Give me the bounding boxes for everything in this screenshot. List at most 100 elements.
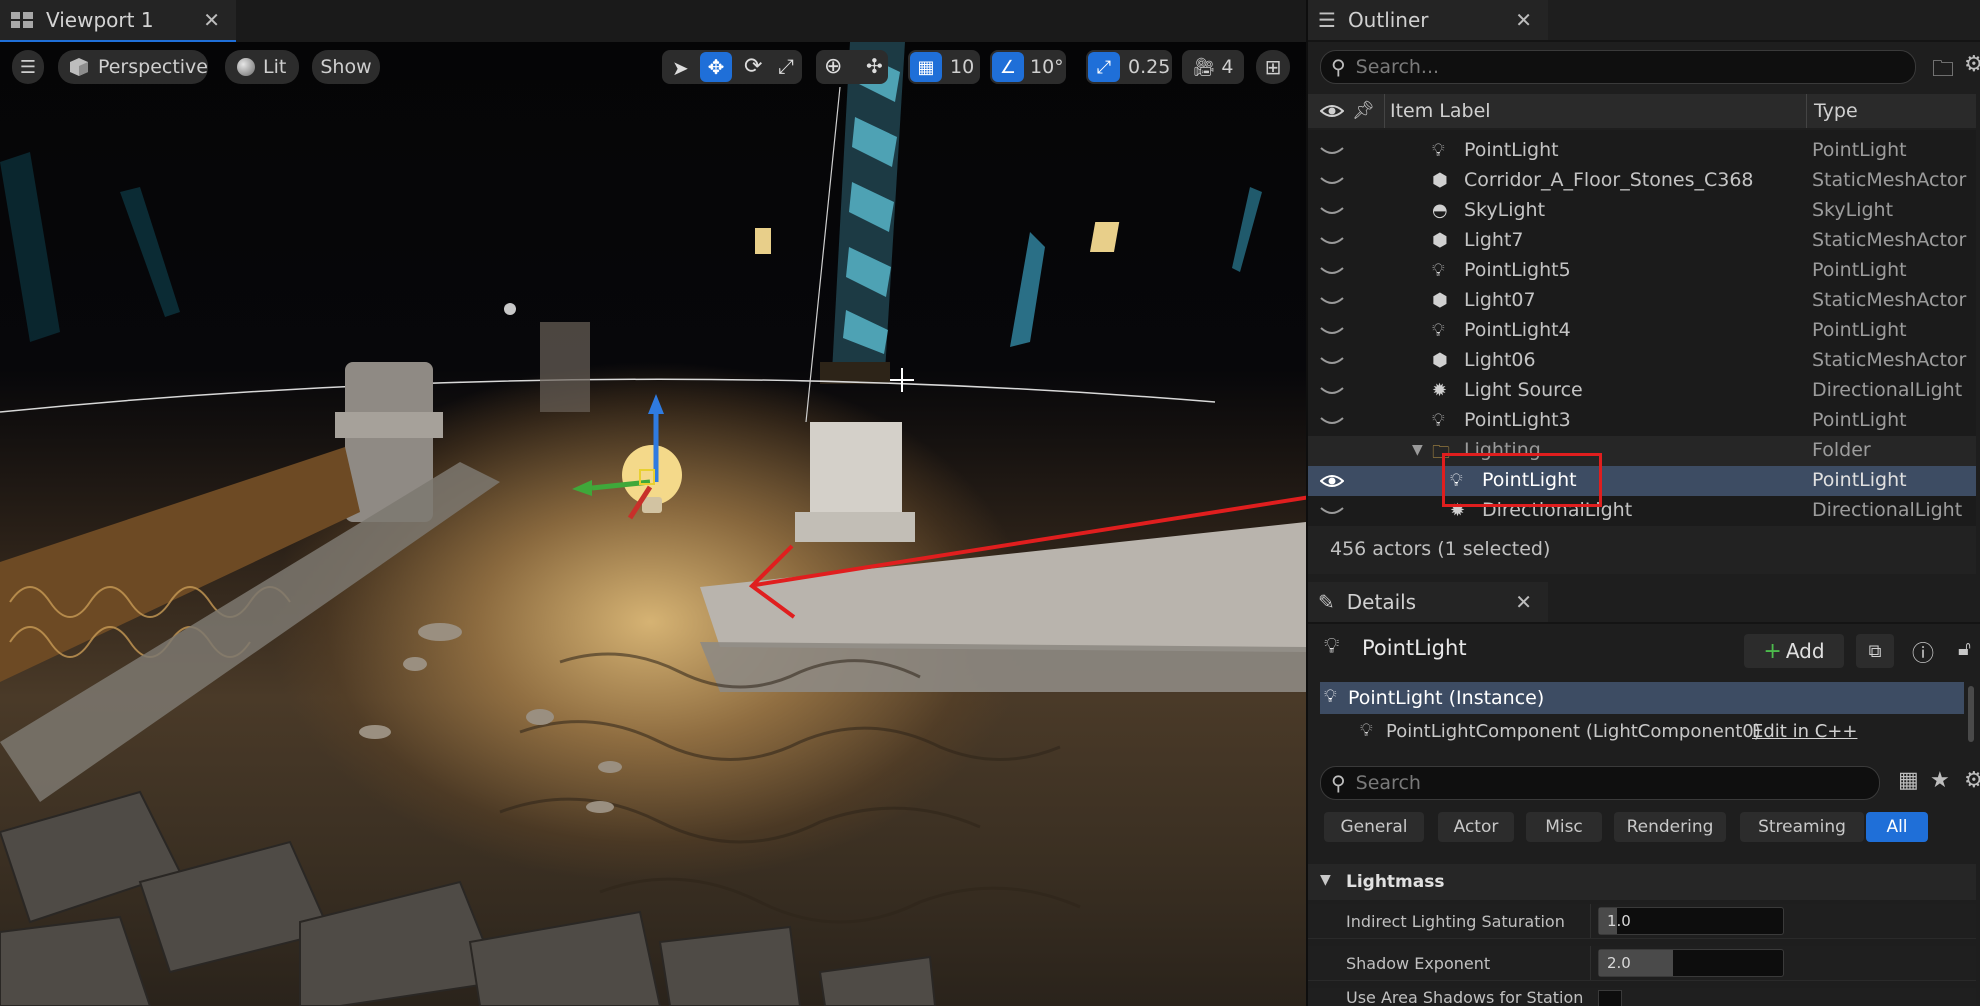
eye-closed-icon[interactable] <box>1320 384 1344 398</box>
col-item-label[interactable]: Item Label <box>1390 100 1491 122</box>
help-icon[interactable]: ⓘ <box>1912 636 1934 668</box>
pin-icon[interactable]: 📌︎ <box>1352 100 1375 121</box>
details-search-input[interactable]: ⚲ Search <box>1320 766 1880 800</box>
table-row[interactable]: ✹ Light Source DirectionalLight <box>1308 376 1976 406</box>
col-type[interactable]: Type <box>1814 100 1858 122</box>
table-row[interactable]: ✹ DirectionalLight DirectionalLight <box>1308 496 1976 526</box>
chevron-down-icon[interactable]: ▼ <box>1412 442 1423 458</box>
filter-all[interactable]: All <box>1866 812 1928 842</box>
filter-actor[interactable]: Actor <box>1438 812 1514 842</box>
eye-closed-icon[interactable] <box>1320 414 1344 428</box>
eye-closed-icon[interactable] <box>1320 174 1344 188</box>
property-label: Indirect Lighting Saturation <box>1346 912 1565 931</box>
table-row[interactable]: ⬢ Corridor_A_Floor_Stones_C368 StaticMes… <box>1308 166 1976 196</box>
visibility-eye-icon[interactable] <box>1320 474 1344 488</box>
filter-general[interactable]: General <box>1324 812 1424 842</box>
shadow-exponent-field[interactable]: 2.0 <box>1598 949 1784 977</box>
table-row[interactable]: 💡︎ PointLight3 PointLight <box>1308 406 1976 436</box>
row-label: Corridor_A_Floor_Stones_C368 <box>1464 169 1754 191</box>
property-row: Indirect Lighting Saturation 1.0 <box>1308 904 1976 939</box>
eye-closed-icon[interactable] <box>1320 204 1344 218</box>
table-view-icon[interactable]: ▦ <box>1898 768 1919 793</box>
skylight-icon: ◓ <box>1432 200 1448 221</box>
eye-closed-icon[interactable] <box>1320 324 1344 338</box>
close-icon[interactable]: ✕ <box>1515 590 1532 614</box>
property-label: Use Area Shadows for Station <box>1346 988 1584 1006</box>
filter-streaming[interactable]: Streaming <box>1740 812 1864 842</box>
filter-misc[interactable]: Misc <box>1526 812 1602 842</box>
blueprint-button[interactable]: ⧉ <box>1856 634 1894 668</box>
lock-icon[interactable]: 🔓︎ <box>1958 636 1971 660</box>
row-type: PointLight <box>1812 409 1907 431</box>
filter-label: Streaming <box>1758 817 1846 837</box>
component-row[interactable]: 💡︎ PointLightComponent (LightComponent0)… <box>1320 716 1964 748</box>
outliner-header: 📌︎ Item Label Type <box>1308 94 1976 128</box>
lightmass-section-header[interactable]: ▼ Lightmass <box>1308 864 1976 900</box>
filter-label: General <box>1340 817 1408 837</box>
pencil-icon: ✎ <box>1318 590 1335 614</box>
bulb-icon: 💡︎ <box>1360 720 1373 741</box>
table-row[interactable]: ◓ SkyLight SkyLight <box>1308 196 1976 226</box>
table-row[interactable]: ⬢ Light06 StaticMeshActor <box>1308 346 1976 376</box>
row-label: PointLight4 <box>1464 319 1571 341</box>
eye-closed-icon[interactable] <box>1320 264 1344 278</box>
outliner-list: 💡︎ PointLight PointLight ⬢ Corridor_A_Fl… <box>1308 130 1976 526</box>
add-folder-icon[interactable]: 🗀︎ <box>1932 52 1954 90</box>
row-type: StaticMeshActor <box>1812 229 1967 251</box>
close-icon[interactable]: ✕ <box>1515 8 1532 32</box>
section-title: Lightmass <box>1346 872 1445 892</box>
filter-label: Misc <box>1545 817 1583 837</box>
outliner-search-input[interactable]: ⚲ Search... <box>1320 50 1916 84</box>
details-tab-title: Details <box>1346 590 1417 614</box>
property-row: Shadow Exponent 2.0 <box>1308 946 1976 981</box>
plus-icon: + <box>1763 638 1782 664</box>
table-row[interactable]: ⬢ Light7 StaticMeshActor <box>1308 226 1976 256</box>
mesh-icon: ⬢ <box>1432 230 1448 251</box>
area-shadows-checkbox[interactable] <box>1598 990 1622 1006</box>
row-label: SkyLight <box>1464 199 1546 221</box>
settings-icon[interactable]: ⚙ <box>1964 768 1980 793</box>
add-component-button[interactable]: + Add <box>1744 634 1844 668</box>
visibility-eye-icon[interactable] <box>1320 104 1344 118</box>
bulb-icon: 💡︎ <box>1432 410 1445 431</box>
eye-closed-icon[interactable] <box>1320 294 1344 308</box>
table-row[interactable]: 💡︎ PointLight PointLight <box>1308 136 1976 166</box>
row-type: StaticMeshActor <box>1812 349 1967 371</box>
folder-row[interactable]: ▼ 🗀︎ Lighting Folder <box>1308 436 1976 466</box>
table-row[interactable]: 💡︎ PointLight4 PointLight <box>1308 316 1976 346</box>
row-type: PointLight <box>1812 139 1907 161</box>
settings-icon[interactable]: ⚙ <box>1964 52 1980 77</box>
row-label: Light06 <box>1464 349 1536 371</box>
row-label: PointLight3 <box>1464 409 1571 431</box>
component-scrollbar[interactable] <box>1968 686 1974 742</box>
actor-name[interactable]: PointLight <box>1362 636 1467 660</box>
mesh-icon: ⬢ <box>1432 170 1448 191</box>
edit-in-cpp-link[interactable]: Edit in C++ <box>1752 721 1857 742</box>
property-value: 2.0 <box>1607 954 1631 972</box>
indirect-lighting-saturation-field[interactable]: 1.0 <box>1598 907 1784 935</box>
chevron-down-icon[interactable]: ▼ <box>1320 872 1331 888</box>
filter-rendering[interactable]: Rendering <box>1614 812 1726 842</box>
table-row[interactable]: 💡︎ PointLight5 PointLight <box>1308 256 1976 286</box>
outliner-status-bar: 456 actors (1 selected) <box>1308 526 1976 574</box>
eye-closed-icon[interactable] <box>1320 504 1344 518</box>
row-label: Light07 <box>1464 289 1536 311</box>
instance-row[interactable]: 💡︎ PointLight (Instance) <box>1320 682 1964 714</box>
star-icon[interactable]: ★ <box>1930 768 1950 793</box>
eye-closed-icon[interactable] <box>1320 234 1344 248</box>
actor-count: 456 actors (1 selected) <box>1330 538 1551 560</box>
row-type: PointLight <box>1812 469 1907 491</box>
annotation-highlight-box <box>1442 453 1602 507</box>
row-label: PointLight5 <box>1464 259 1571 281</box>
eye-closed-icon[interactable] <box>1320 354 1344 368</box>
table-row[interactable]: ⬢ Light07 StaticMeshActor <box>1308 286 1976 316</box>
eye-closed-icon[interactable] <box>1320 144 1344 158</box>
row-label: Light Source <box>1464 379 1583 401</box>
details-search-placeholder: Search <box>1355 772 1421 794</box>
details-tab[interactable]: ✎ Details ✕ <box>1308 582 1548 622</box>
filter-label: Actor <box>1453 817 1499 837</box>
property-value: 1.0 <box>1607 912 1631 930</box>
sun-icon: ✹ <box>1432 380 1448 401</box>
selected-row[interactable]: 💡︎ PointLight PointLight <box>1308 466 1976 496</box>
outliner-tab[interactable]: ☰ Outliner ✕ <box>1308 0 1548 40</box>
